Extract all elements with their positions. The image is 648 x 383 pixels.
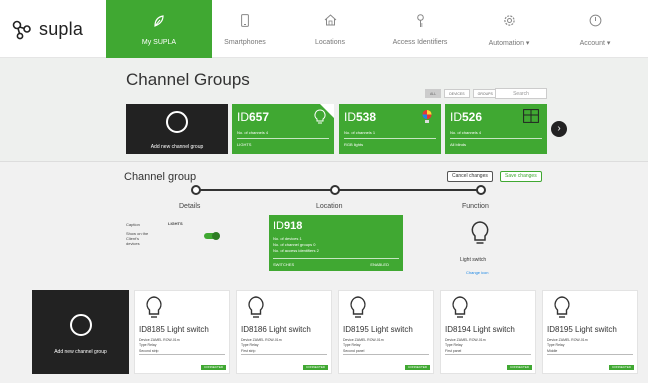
channel-group-card[interactable]: ID538 No. of channels 1 RGB lights [339,104,441,154]
blinds-icon [523,109,539,123]
add-channel-group-card[interactable]: Add new channel group [126,104,228,154]
channel-caption: Second strip [139,349,159,353]
location-name: SWITCHES [273,262,295,267]
rgb-bulb-icon [422,109,432,123]
step-dot-details[interactable] [191,185,201,195]
filter-buttons: ALL DEVICES GROUPS [425,89,498,98]
key-icon [416,14,424,27]
logo-text: supla [39,19,84,39]
channel-device: Device ZAMEL ROW-01m [445,338,486,342]
save-changes-button[interactable]: Save changes [500,171,542,182]
channel-device: Device ZAMEL ROW-01m [241,338,282,342]
channel-title: ID8194 Light switch [445,325,515,334]
connected-badge: CONNECTED [506,365,532,370]
location-aids: No. of access identifiers 2 [273,248,319,253]
editor-title: Channel group [124,171,197,183]
supla-leaf-icon [154,15,164,27]
plus-icon [166,111,188,133]
group-name: LIGHTS [237,142,252,147]
channel-type: Type Relay [139,343,157,347]
bulb-icon [248,296,264,318]
nav-label: Account ▾ [579,40,611,47]
supla-logo[interactable]: supla [12,19,83,40]
supla-logo-icon [12,20,31,39]
channel-caption: First panel [445,349,462,353]
plus-icon [69,314,92,336]
channel-caption: Second panel [343,349,365,353]
add-channel-card[interactable]: Add new channel group [32,290,129,374]
channel-type: Type Relay [241,343,259,347]
group-id: ID657 [237,110,270,124]
step-label-location: Location [316,203,343,210]
location-id: ID918 [273,220,303,232]
page-title: Channel Groups [126,70,250,89]
location-groups: No. of channel groups 0 [273,242,316,247]
channel-device: Device ZAMEL ROW-01m [139,338,180,342]
step-dot-location[interactable] [330,185,340,195]
channel-title: ID8195 Light switch [547,325,617,334]
group-id: ID526 [450,110,483,124]
channel-card[interactable]: ID8185 Light switch Device ZAMEL ROW-01m… [134,290,230,374]
connected-badge: CONNECTED [608,365,634,370]
filter-groups[interactable]: GROUPS [472,89,498,98]
connected-badge: CONNECTED [200,365,226,370]
bulb-icon [146,296,162,318]
channel-title: ID8186 Light switch [241,325,311,334]
location-status: ENABLED [370,262,389,267]
filter-all[interactable]: ALL [425,89,442,98]
show-on-devices-toggle[interactable] [204,232,220,240]
group-name: All blinds [450,142,467,147]
top-navigation: supla My SUPLA Smartphones Locations Acc… [0,0,648,58]
channel-title: ID8185 Light switch [139,325,209,334]
channel-type: Type Relay [547,343,565,347]
connected-badge: CONNECTED [302,365,328,370]
gear-icon [503,15,515,26]
show-label: devices [126,241,140,246]
function-label: Light switch [460,257,487,263]
channel-card[interactable]: ID8195 Light switch Device ZAMEL ROW-01m… [542,290,638,374]
channel-title: ID8195 Light switch [343,325,413,334]
channel-device: Device ZAMEL ROW-01m [343,338,384,342]
power-icon [589,14,601,27]
channel-device: Device ZAMEL ROW-01m [547,338,588,342]
channel-count: No. of channels 4 [237,130,269,135]
channel-count: No. of channels 1 [344,130,376,135]
group-name: RGB lights [344,142,364,147]
filter-devices[interactable]: DEVICES [444,89,470,98]
channel-card[interactable]: ID8194 Light switch Device ZAMEL ROW-01m… [440,290,536,374]
home-icon [324,14,336,26]
channel-type: Type Relay [445,343,463,347]
cancel-changes-button[interactable]: Cancel changes [447,171,493,182]
connected-badge: CONNECTED [404,365,430,370]
channel-caption: First strip [241,349,256,353]
next-arrow-button[interactable]: › [551,121,567,137]
add-label: Add new channel group [54,349,107,355]
channel-card[interactable]: ID8195 Light switch Device ZAMEL ROW-01m… [338,290,434,374]
channel-group-card[interactable]: ID657 No. of channels 4 LIGHTS [232,104,334,154]
add-label: Add new channel group [150,144,204,150]
bulb-icon [452,296,468,318]
bulb-icon [314,109,326,124]
bulb-icon [554,296,570,318]
channel-group-card[interactable]: ID526 No. of channels 4 All blinds [445,104,547,154]
group-id: ID538 [344,110,377,124]
bulb-icon [350,296,366,318]
step-dot-function[interactable] [476,185,486,195]
location-card[interactable]: ID918 No. of devices 1 No. of channel gr… [269,215,403,271]
channel-caption: Middle [547,349,558,353]
change-icon-link[interactable]: Change icon [466,270,488,275]
caption-value[interactable]: LIGHTS [168,221,183,226]
caption-label: Caption [126,222,140,227]
location-devices: No. of devices 1 [273,236,302,241]
bulb-icon[interactable] [470,220,490,248]
channel-count: No. of channels 4 [450,130,482,135]
nav-account[interactable]: Account ▾ [542,0,648,58]
channel-card[interactable]: ID8186 Light switch Device ZAMEL ROW-01m… [236,290,332,374]
step-label-details: Details [179,203,201,210]
channel-type: Type Relay [343,343,361,347]
smartphone-icon [241,14,249,27]
step-label-function: Function [462,203,489,210]
search-input[interactable]: Search [495,88,547,99]
